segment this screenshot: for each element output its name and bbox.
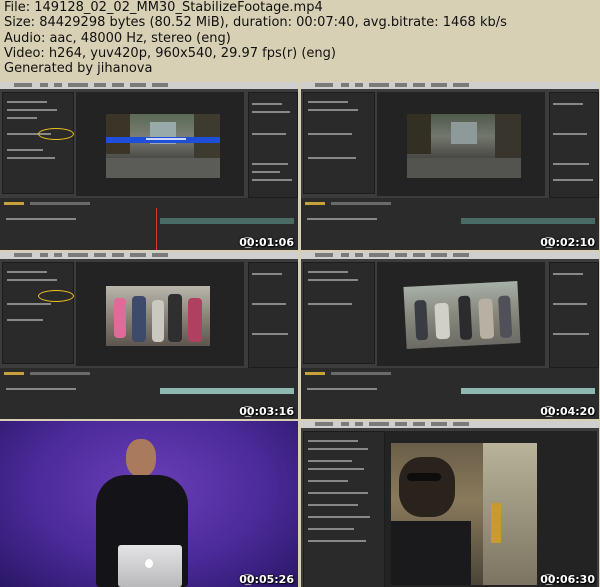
composition-panel [76,92,244,196]
composition-panel [377,92,545,196]
video-frame [106,114,220,178]
video-frame [106,286,210,346]
video-frame [407,114,521,178]
effects-panel [248,262,298,368]
project-panel [303,262,375,364]
timestamp: 00:04:20 [540,405,595,418]
thumbnail-1[interactable]: 00:01:06 [0,82,298,250]
audio-info: Audio: aac, 48000 Hz, stereo (eng) [4,30,231,46]
thumbnail-5[interactable]: 00:05:26 [0,421,298,587]
timestamp: 00:03:16 [239,405,294,418]
presenter-head [126,439,156,477]
composition-panel [76,262,244,366]
highlight-oval [38,290,74,302]
timestamp: 00:02:10 [540,236,595,249]
thumbnail-2[interactable]: 00:02:10 [301,82,599,250]
timestamp: 00:05:26 [239,573,294,586]
effects-panel [248,92,298,198]
effects-panel [549,262,599,368]
apple-logo-icon [145,559,153,568]
generated-by: Generated by jihanova [4,61,153,77]
file-info: File: 149128_02_02_MM30_StabilizeFootage… [4,0,594,76]
project-panel [2,92,74,194]
effects-panel [549,92,599,198]
project-panel [303,92,375,194]
composition-panel [377,262,545,366]
project-panel [303,431,385,587]
video-frame [403,281,521,349]
thumbnail-4[interactable]: 00:04:20 [301,252,599,419]
video-frame [391,443,537,585]
menu-bar [0,82,298,89]
file-size: Size: 84429298 bytes (80.52 MiB), durati… [4,15,507,31]
menu-bar [0,252,298,259]
timestamp: 00:01:06 [239,236,294,249]
video-info: Video: h264, yuv420p, 960x540, 29.97 fps… [4,45,336,61]
highlight-oval [38,128,74,140]
thumbnail-3[interactable]: 00:03:16 [0,252,298,419]
menu-bar [301,421,599,428]
project-panel [2,262,74,364]
file-name: File: 149128_02_02_MM30_StabilizeFootage… [4,0,323,15]
timestamp: 00:06:30 [540,573,595,586]
menu-bar [301,82,599,89]
menu-bar [301,252,599,259]
composition-panel [385,431,597,587]
thumbnail-6[interactable]: 00:06:30 [301,421,599,587]
